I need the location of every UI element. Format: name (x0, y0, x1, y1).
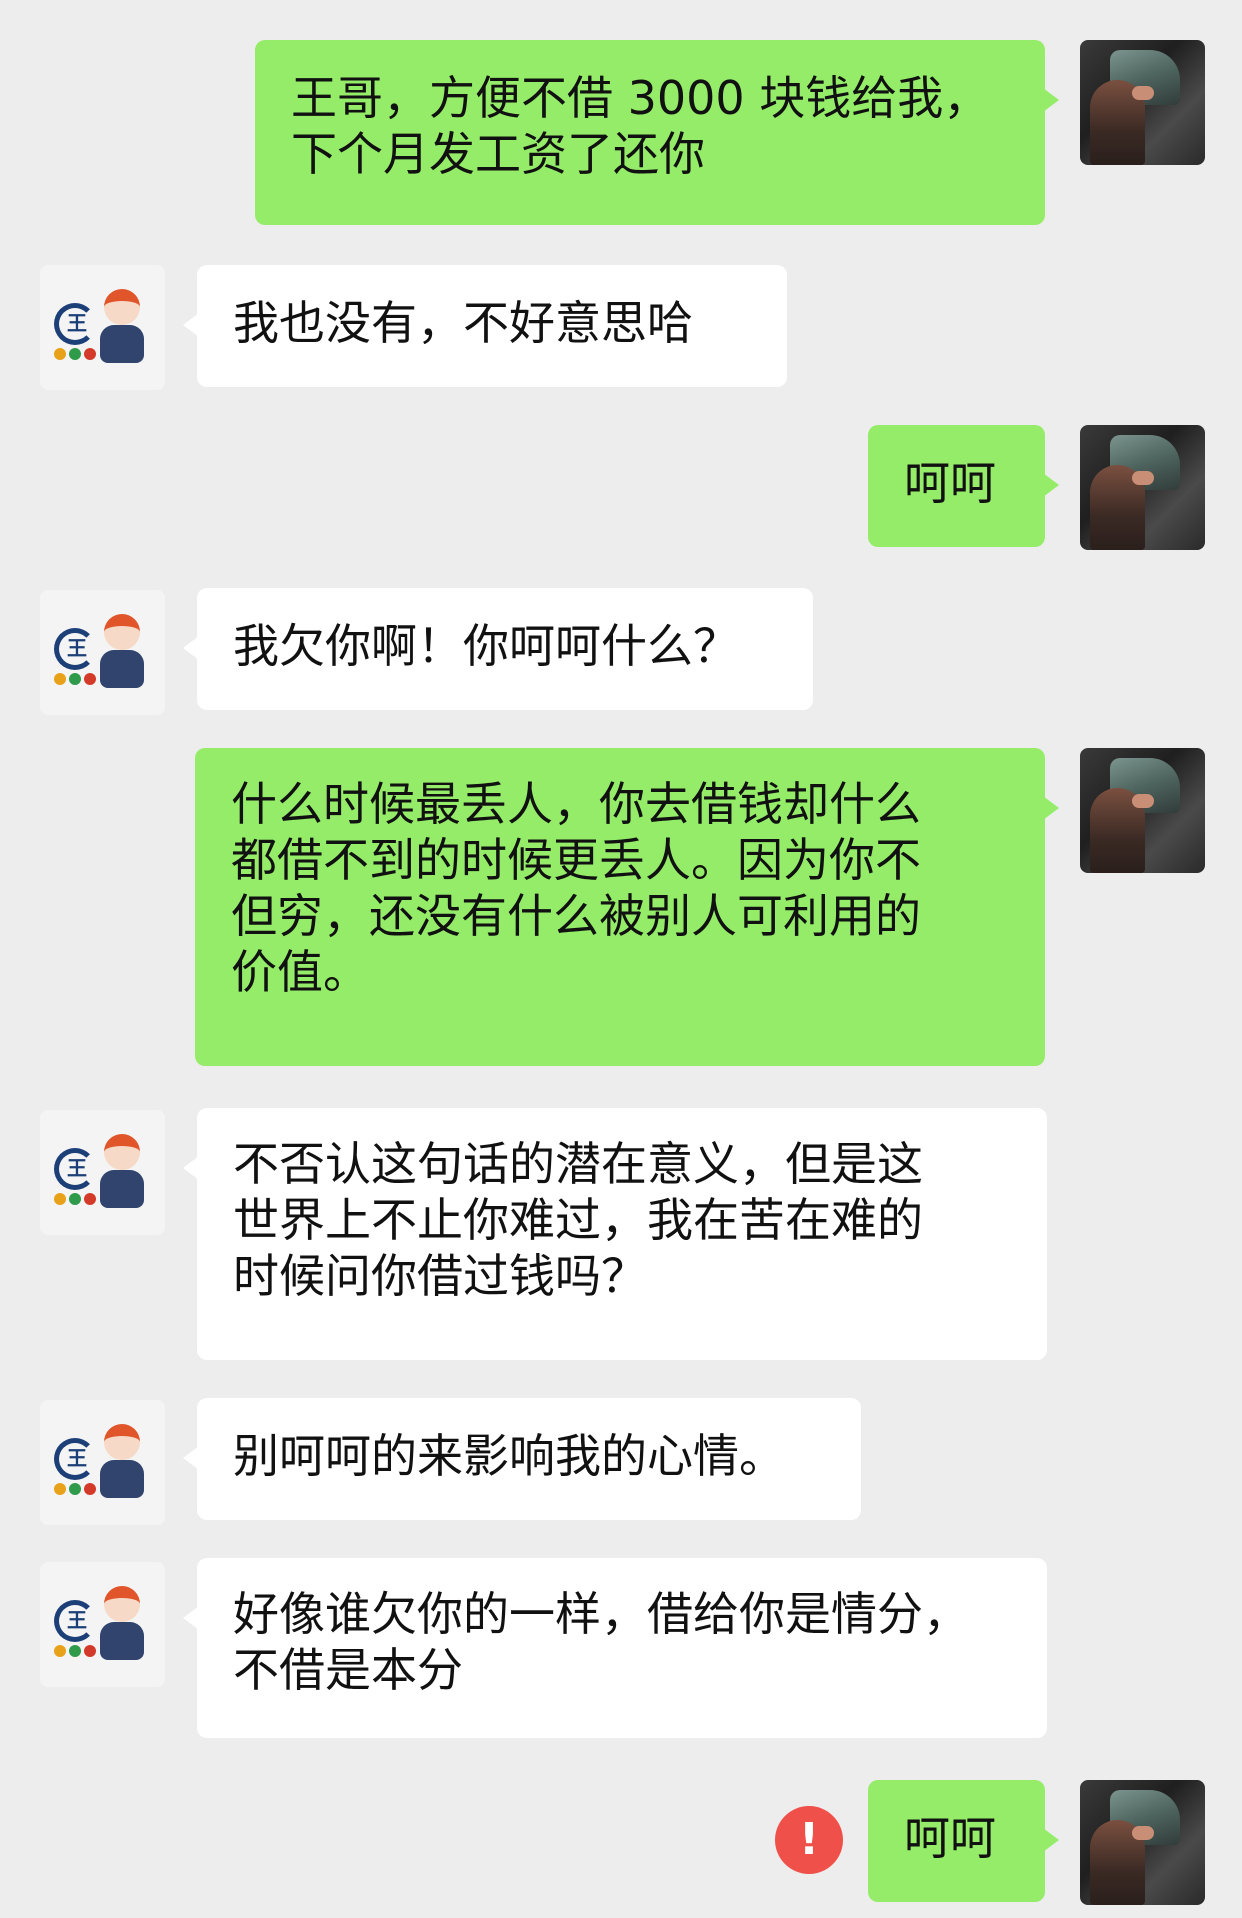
logo-dot (54, 1645, 66, 1657)
contact-avatar[interactable]: 王 (40, 590, 165, 715)
message-bubble-contact[interactable]: 我欠你啊！你呵呵什么？ (183, 588, 813, 710)
message-bubble-contact[interactable]: 好像谁欠你的一样，借给你是情分， 不借是本分 (183, 1558, 1047, 1738)
message-bubble-self[interactable]: 呵呵 (868, 425, 1059, 547)
contact-avatar[interactable]: 王 (40, 1400, 165, 1525)
chat-view: 王哥，方便不借 3000 块钱给我， 下个月发工资了还你 王 我也没有，不好意思… (0, 0, 1242, 1918)
message-bubble-contact[interactable]: 不否认这句话的潜在意义，但是这 世界上不止你难过，我在苦在难的 时候问你借过钱吗… (183, 1108, 1047, 1360)
logo-dot (84, 348, 96, 360)
message-bubble-self[interactable]: 什么时候最丢人，你去借钱却什么 都借不到的时候更丢人。因为你不 但穷，还没有什么… (195, 748, 1059, 1066)
logo-dot (84, 673, 96, 685)
logo-dot (69, 673, 81, 685)
logo-dot (69, 1645, 81, 1657)
logo-dot (54, 1483, 66, 1495)
logo-dot (54, 348, 66, 360)
logo-dot (84, 1193, 96, 1205)
message-bubble-contact[interactable]: 别呵呵的来影响我的心情。 (183, 1398, 861, 1520)
send-failed-icon[interactable]: ! (775, 1806, 843, 1874)
avatar-logo-text: 王 (67, 636, 87, 660)
avatar-logo-text: 王 (67, 311, 87, 335)
contact-avatar[interactable]: 王 (40, 1110, 165, 1235)
contact-avatar[interactable]: 王 (40, 1562, 165, 1687)
logo-dot (84, 1483, 96, 1495)
message-bubble-self[interactable]: 王哥，方便不借 3000 块钱给我， 下个月发工资了还你 (255, 40, 1059, 225)
message-bubble-self[interactable]: 呵呵 (868, 1780, 1059, 1902)
contact-avatar[interactable]: 王 (40, 265, 165, 390)
avatar-logo-text: 王 (67, 1446, 87, 1470)
logo-dot (69, 1483, 81, 1495)
logo-dot (84, 1645, 96, 1657)
avatar-logo-text: 王 (67, 1608, 87, 1632)
self-avatar[interactable] (1080, 40, 1205, 165)
logo-dot (69, 1193, 81, 1205)
self-avatar[interactable] (1080, 1780, 1205, 1905)
logo-dot (54, 673, 66, 685)
logo-dot (54, 1193, 66, 1205)
logo-dot (69, 348, 81, 360)
self-avatar[interactable] (1080, 748, 1205, 873)
self-avatar[interactable] (1080, 425, 1205, 550)
message-bubble-contact[interactable]: 我也没有，不好意思哈 (183, 265, 787, 387)
avatar-logo-text: 王 (67, 1156, 87, 1180)
